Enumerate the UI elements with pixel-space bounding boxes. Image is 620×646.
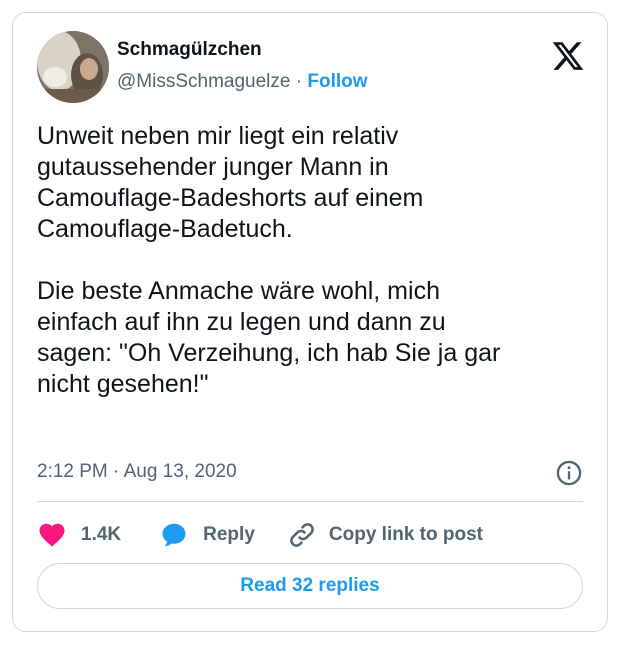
link-icon	[290, 523, 314, 547]
reply-button[interactable]: Reply	[159, 520, 255, 550]
info-icon[interactable]	[555, 459, 583, 487]
x-logo-icon[interactable]	[551, 39, 585, 73]
tweet-card: Schmagülzchen @MissSchmaguelze · Follow …	[12, 12, 608, 632]
divider	[37, 501, 583, 502]
author-handle[interactable]: @MissSchmaguelze	[117, 71, 290, 92]
reply-label: Reply	[203, 524, 255, 545]
copy-link-label: Copy link to post	[328, 524, 483, 545]
avatar[interactable]	[37, 31, 109, 103]
author-display-name[interactable]: Schmagülzchen	[117, 39, 262, 61]
tweet-text: Unweit neben mir liegt ein relativ gutau…	[37, 122, 501, 398]
author-handle-row: @MissSchmaguelze · Follow	[117, 71, 368, 93]
like-count: 1.4K	[81, 524, 122, 545]
like-button[interactable]: 1.4K	[37, 520, 121, 550]
read-replies-button[interactable]: Read 32 replies	[37, 563, 583, 609]
follow-button[interactable]: Follow	[307, 71, 367, 92]
avatar-image	[37, 31, 109, 103]
copy-link-button[interactable]: Copy link to post	[287, 520, 483, 550]
read-replies-label: Read 32 replies	[240, 575, 380, 596]
action-bar: 1.4K Reply Copy link to post	[37, 517, 483, 553]
heart-icon	[39, 523, 65, 547]
tweet-timestamp[interactable]: 2:12 PM · Aug 13, 2020	[37, 461, 237, 483]
speech-bubble-icon	[162, 523, 186, 547]
separator-dot: ·	[295, 71, 303, 92]
